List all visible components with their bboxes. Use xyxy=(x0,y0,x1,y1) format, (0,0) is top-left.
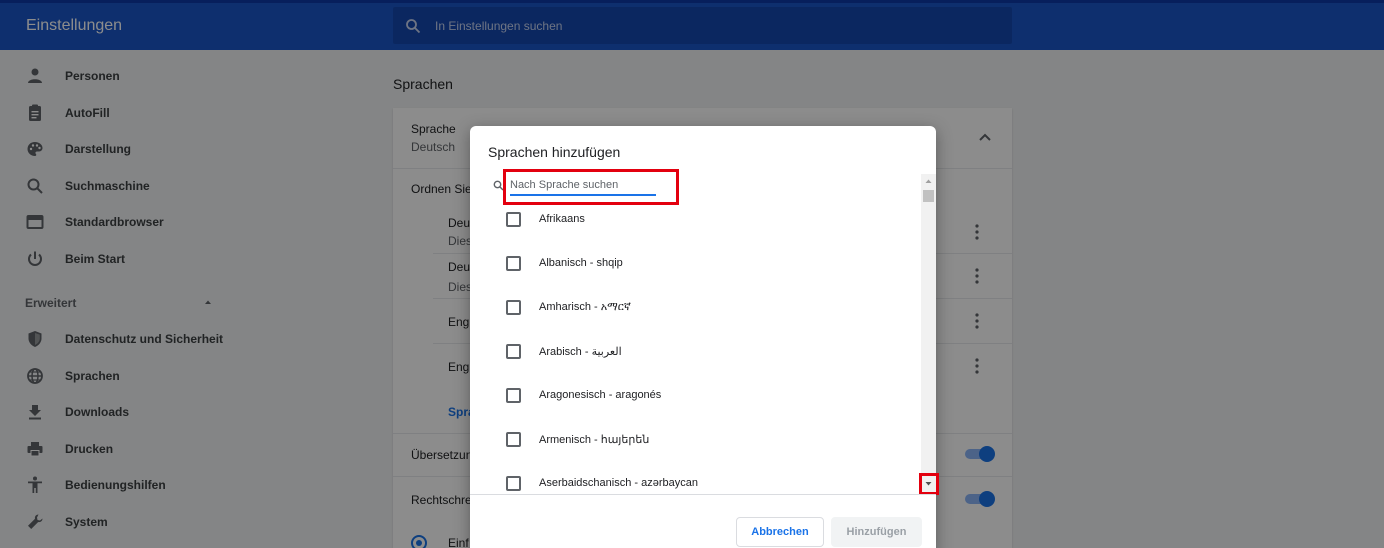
scroll-down-highlight-box xyxy=(919,473,939,495)
language-label: Amharisch - አማርኛ xyxy=(539,301,631,313)
list-item[interactable]: Albanisch - shqip xyxy=(470,240,920,280)
checkbox[interactable] xyxy=(506,212,521,227)
list-item[interactable]: Armenisch - հայերեն xyxy=(470,416,920,456)
list-item[interactable]: Afrikaans xyxy=(470,196,920,236)
language-label: Aserbaidschanisch - azərbaycan xyxy=(539,477,698,489)
scrollbar-thumb[interactable] xyxy=(923,190,934,202)
language-label: Aragonesisch - aragonés xyxy=(539,389,662,401)
checkbox[interactable] xyxy=(506,432,521,447)
list-item[interactable]: Aserbaidschanisch - azərbaycan xyxy=(470,460,920,493)
checkbox[interactable] xyxy=(506,388,521,403)
list-item[interactable]: Arabisch - العربية xyxy=(470,328,920,368)
dialog-title: Sprachen hinzufügen xyxy=(488,144,621,160)
list-item[interactable]: Amharisch - አማርኛ xyxy=(470,284,920,324)
language-list: Afrikaans Albanisch - shqip Amharisch - … xyxy=(470,196,920,493)
checkbox[interactable] xyxy=(506,476,521,491)
checkbox[interactable] xyxy=(506,256,521,271)
list-item[interactable]: Aragonesisch - aragonés xyxy=(470,372,920,412)
language-label: Albanisch - shqip xyxy=(539,257,623,269)
scroll-up-arrow-icon[interactable] xyxy=(921,174,936,188)
divider xyxy=(470,494,936,495)
add-languages-dialog: Sprachen hinzufügen Afrikaans Albanisch … xyxy=(470,126,939,548)
language-label: Arabisch - العربية xyxy=(539,346,622,358)
add-button[interactable]: Hinzufügen xyxy=(831,517,922,547)
scrollbar[interactable] xyxy=(921,174,936,494)
checkbox[interactable] xyxy=(506,300,521,315)
checkbox[interactable] xyxy=(506,344,521,359)
language-label: Afrikaans xyxy=(539,213,585,225)
language-label: Armenisch - հայերեն xyxy=(539,434,650,446)
cancel-button[interactable]: Abbrechen xyxy=(736,517,824,547)
